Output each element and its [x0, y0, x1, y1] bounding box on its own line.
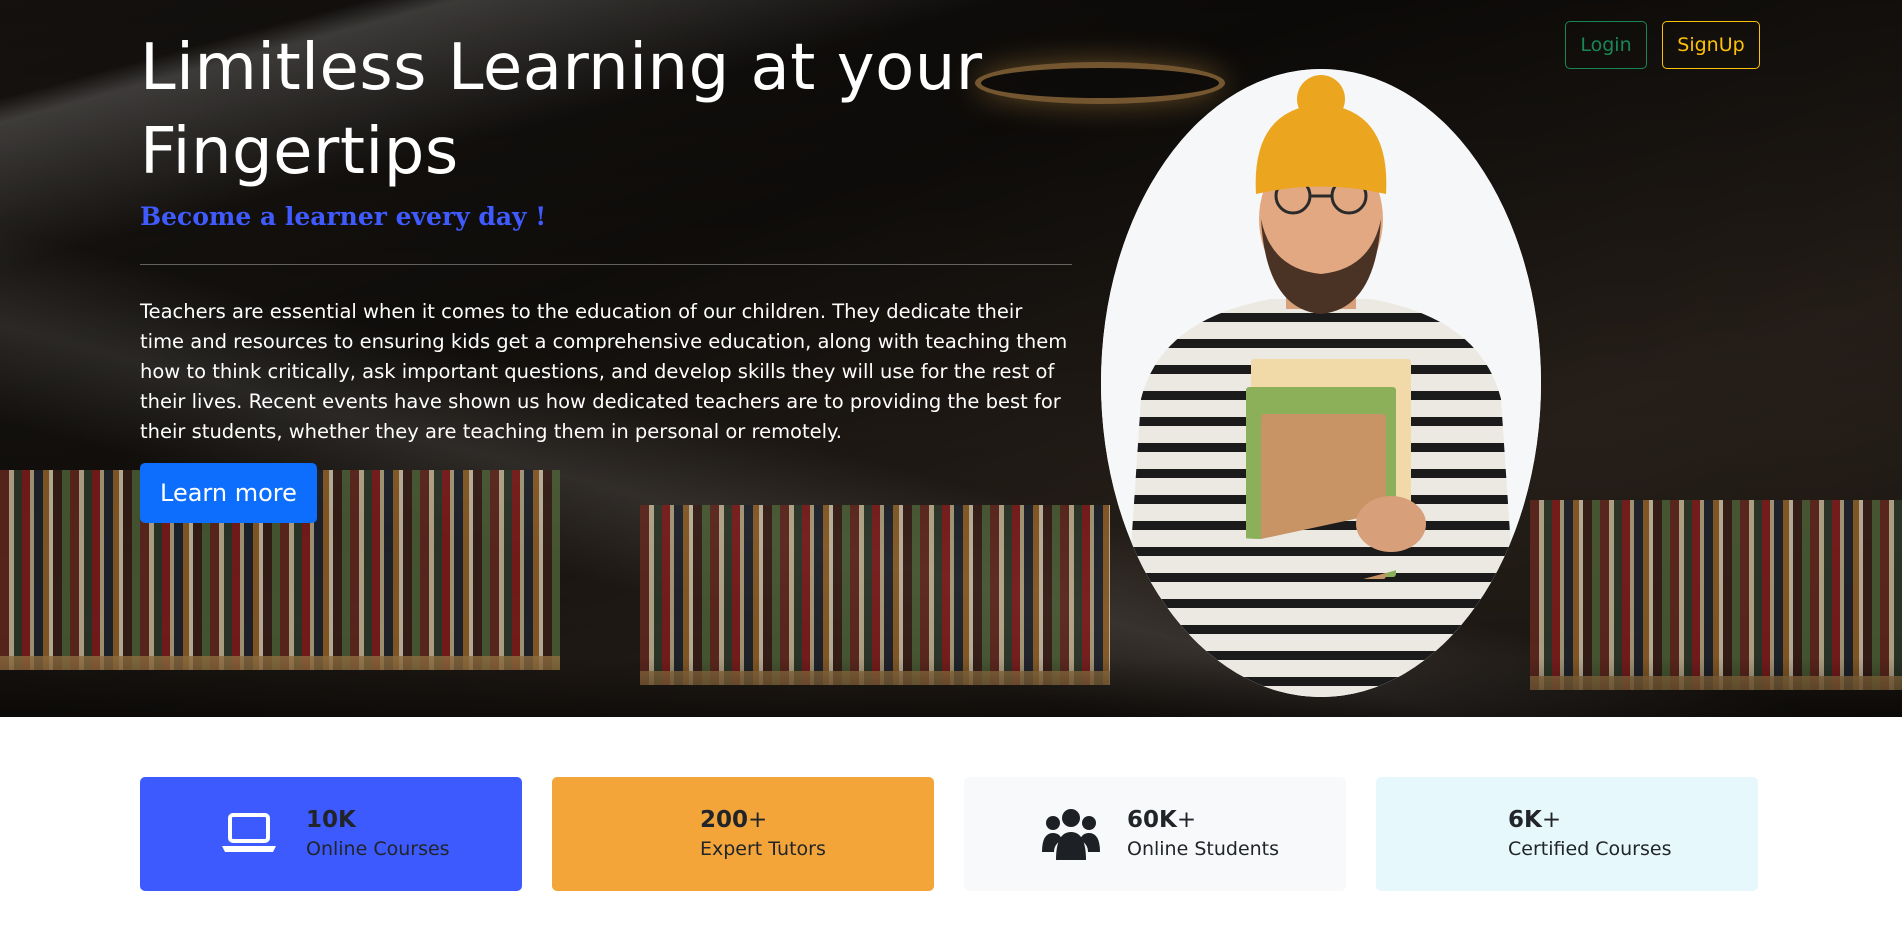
hero-section: Limitless Learning at your Fingertips Be… — [0, 0, 1902, 717]
learn-more-button[interactable]: Learn more — [140, 463, 317, 523]
users-icon — [1042, 806, 1100, 862]
stat-card-online-students: 60K+ Online Students — [964, 777, 1346, 891]
stat-number: 200+ — [700, 807, 768, 833]
stat-label: Online Courses — [306, 838, 450, 860]
stat-card-expert-tutors: 200+ Expert Tutors — [552, 777, 934, 891]
hero-title: Limitless Learning at your Fingertips — [140, 31, 983, 189]
login-button[interactable]: Login — [1565, 21, 1647, 69]
hero-description: Teachers are essential when it comes to … — [140, 300, 1068, 443]
stat-label: Expert Tutors — [700, 838, 826, 860]
stat-label: Online Students — [1127, 838, 1280, 860]
student-illustration — [1101, 69, 1541, 697]
floor-shade — [0, 657, 1902, 717]
stat-label: Certified Courses — [1508, 838, 1672, 860]
stat-card-certified-courses: 6K+ Certified Courses — [1376, 777, 1758, 891]
stat-number: 10K — [306, 807, 356, 833]
stats-row: 10K Online Courses 200+ Expert Tutors 60… — [140, 777, 1762, 891]
stat-number: 60K+ — [1127, 807, 1197, 833]
hero-content: Limitless Learning at your Fingertips Be… — [140, 26, 1072, 523]
hero-divider — [140, 264, 1072, 265]
signup-button[interactable]: SignUp — [1662, 21, 1760, 69]
stat-card-online-courses: 10K Online Courses — [140, 777, 522, 891]
hero-portrait-image — [1101, 69, 1541, 697]
stat-number: 6K+ — [1508, 807, 1562, 833]
hero-tagline: Become a learner every day ! — [140, 202, 547, 231]
laptop-icon — [220, 806, 278, 862]
